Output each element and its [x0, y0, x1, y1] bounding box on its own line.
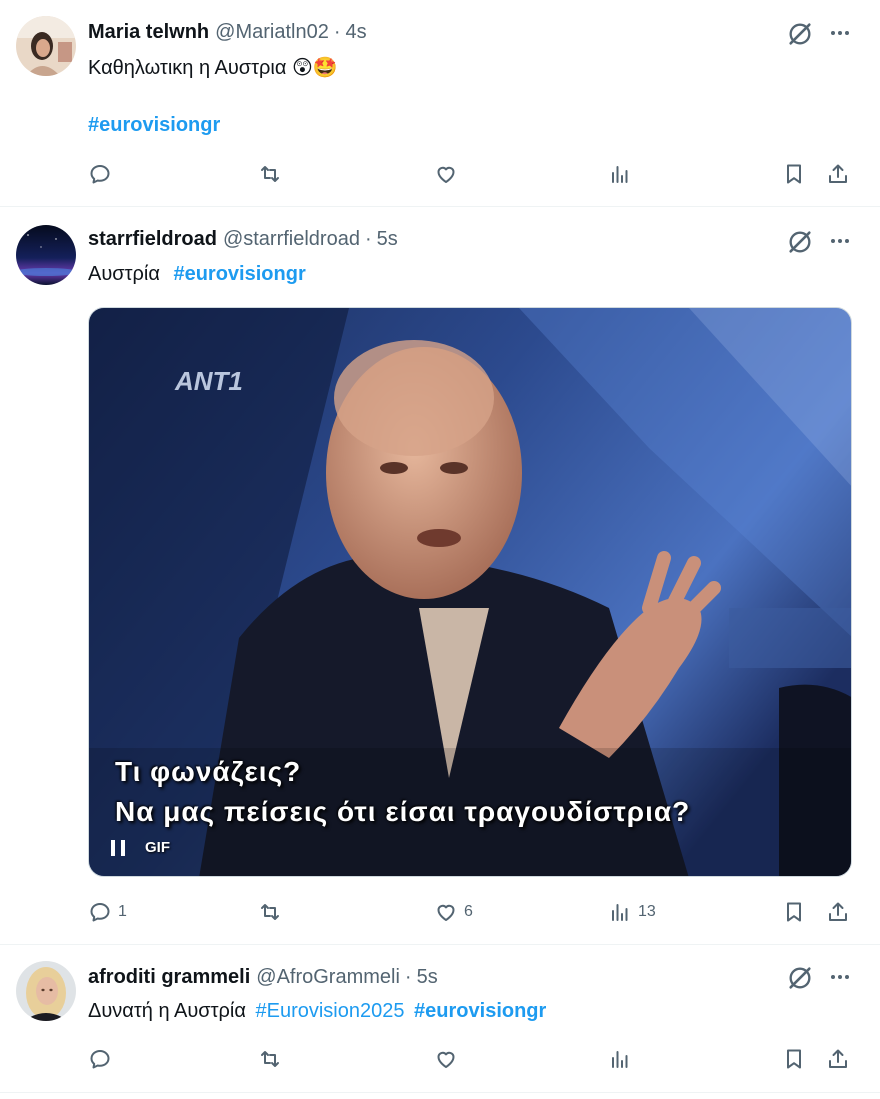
bookmark-icon	[787, 164, 801, 184]
tweet-2[interactable]: starrfieldroad @starrfieldroad · 5s Αυστ…	[0, 207, 880, 945]
hashtag-link[interactable]: #eurovisiongr	[414, 1000, 546, 1022]
svg-text:ΑΝΤ1: ΑΝΤ1	[174, 366, 243, 396]
tweet-1[interactable]: Maria telwnh @Mariatln02 · 4s Καθηλωτικη…	[0, 0, 880, 207]
hashtag-link[interactable]: #eurovisiongr	[88, 114, 220, 136]
bookmark-button[interactable]	[782, 898, 806, 926]
tweet-text-body: Αυστρία	[88, 263, 160, 285]
reply-button[interactable]	[88, 160, 118, 188]
bookmark-icon	[787, 1049, 801, 1069]
like-button[interactable]	[434, 160, 464, 188]
timestamp[interactable]: 5s	[417, 966, 438, 989]
separator: ·	[404, 965, 412, 988]
timestamp[interactable]: 4s	[346, 21, 367, 44]
views-button[interactable]	[608, 160, 638, 188]
share-icon	[829, 164, 847, 183]
tweet-header: afroditi grammeli @AfroGrammeli · 5s	[88, 964, 438, 990]
tweet-text: Δυνατή η Αυστρία #Eurovision2025 #eurovi…	[88, 997, 546, 1025]
action-bar	[88, 1045, 856, 1073]
share-button[interactable]	[826, 160, 850, 188]
views-button[interactable]: 13	[608, 898, 656, 926]
tweet-text-body: Καθηλωτικη η Αυστρια	[88, 57, 287, 79]
tweet-3[interactable]: afroditi grammeli @AfroGrammeli · 5s Δυν…	[0, 945, 880, 1093]
avatar[interactable]	[16, 961, 76, 1021]
more-icon[interactable]	[828, 965, 852, 989]
like-icon	[437, 1051, 455, 1068]
action-bar	[88, 160, 856, 188]
like-button[interactable]	[434, 1045, 464, 1073]
repost-icon	[261, 166, 279, 182]
repost-button[interactable]	[258, 160, 288, 188]
grok-icon[interactable]	[786, 964, 814, 992]
display-name[interactable]: afroditi grammeli	[88, 966, 250, 989]
repost-icon	[261, 904, 279, 920]
tweet-hashtag-line: #eurovisiongr	[88, 111, 220, 139]
bookmark-button[interactable]	[782, 1045, 806, 1073]
avatar[interactable]	[16, 16, 76, 76]
share-button[interactable]	[826, 898, 850, 926]
reply-icon	[90, 1050, 110, 1069]
gif-frame: ΑΝΤ1	[89, 308, 851, 876]
like-icon	[437, 904, 455, 921]
more-icon[interactable]	[828, 229, 852, 253]
grok-icon[interactable]	[786, 228, 814, 256]
tweet-text: Αυστρία #eurovisiongr	[88, 260, 306, 288]
reply-icon	[90, 903, 110, 922]
separator: ·	[333, 20, 341, 43]
user-handle[interactable]: @starrfieldroad	[223, 228, 360, 251]
views-icon	[612, 904, 628, 921]
reply-icon	[90, 165, 110, 184]
display-name[interactable]: Maria telwnh	[88, 21, 209, 44]
grok-icon[interactable]	[786, 20, 814, 48]
views-icon	[612, 1051, 628, 1068]
repost-button[interactable]	[258, 1045, 288, 1073]
like-count: 6	[464, 903, 473, 920]
views-icon	[612, 166, 628, 183]
repost-icon	[261, 1051, 279, 1067]
reply-button[interactable]	[88, 1045, 118, 1073]
gif-badge: GIF	[145, 839, 170, 856]
tweet-header: starrfieldroad @starrfieldroad · 5s	[88, 226, 398, 252]
avatar[interactable]	[16, 225, 76, 285]
views-count: 13	[638, 903, 656, 920]
like-icon	[437, 166, 455, 183]
tweet-header: Maria telwnh @Mariatln02 · 4s	[88, 19, 367, 45]
gif-controls: GIF	[111, 839, 170, 856]
like-button[interactable]: 6	[434, 898, 473, 926]
emoji: 😲🤩	[292, 55, 338, 79]
share-icon	[829, 1049, 847, 1068]
timestamp[interactable]: 5s	[377, 228, 398, 251]
separator: ·	[364, 227, 372, 250]
views-button[interactable]	[608, 1045, 638, 1073]
pause-icon[interactable]	[111, 839, 125, 856]
share-icon	[829, 902, 847, 921]
display-name[interactable]: starrfieldroad	[88, 228, 217, 251]
reply-button[interactable]: 1	[88, 898, 127, 926]
repost-button[interactable]	[258, 898, 288, 926]
bookmark-button[interactable]	[782, 160, 806, 188]
hashtag-link[interactable]: #eurovisiongr	[173, 263, 305, 285]
more-icon[interactable]	[828, 21, 852, 45]
reply-count: 1	[118, 903, 127, 920]
tweet-text-body: Δυνατή η Αυστρία	[88, 1000, 246, 1022]
gif-caption-line-1: Τι φωνάζεις?	[115, 756, 302, 787]
gif-media[interactable]: ΑΝΤ1 Τι φωνάζεις? Να μας πείσεις ότι είσ…	[88, 307, 852, 877]
bookmark-icon	[787, 902, 801, 922]
hashtag-link[interactable]: #Eurovision2025	[255, 1000, 404, 1022]
user-handle[interactable]: @AfroGrammeli	[256, 966, 400, 989]
action-bar: 1 6 13	[88, 898, 856, 926]
tweet-text: Καθηλωτικη η Αυστρια 😲🤩	[88, 53, 338, 82]
gif-caption-line-2: Να μας πείσεις ότι είσαι τραγουδίστρια?	[115, 796, 691, 827]
user-handle[interactable]: @Mariatln02	[215, 21, 329, 44]
share-button[interactable]	[826, 1045, 850, 1073]
